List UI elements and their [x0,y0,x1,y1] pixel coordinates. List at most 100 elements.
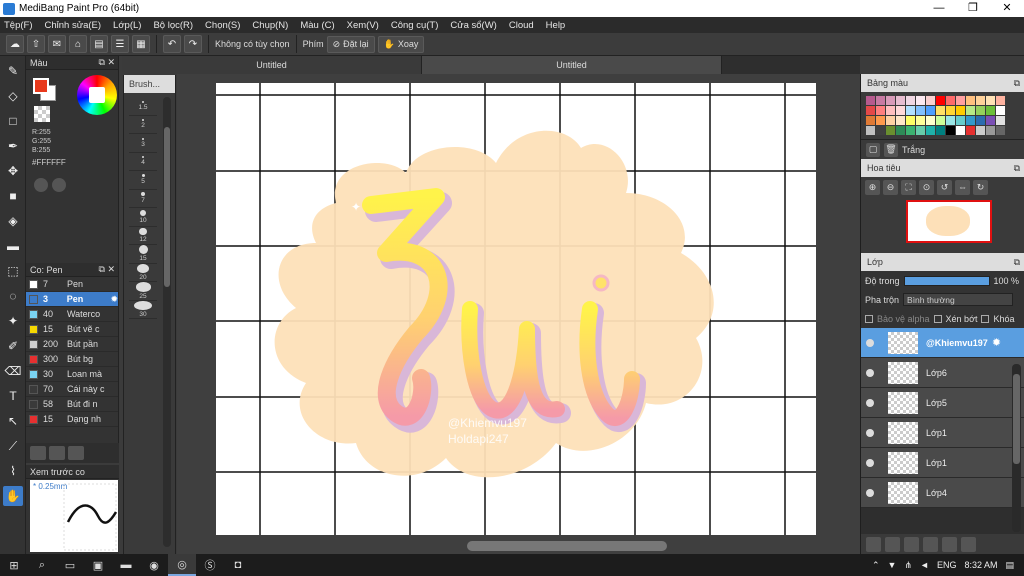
palette-swatch[interactable] [996,96,1005,105]
add-brush-icon[interactable] [30,446,46,460]
volume-icon[interactable]: ◄ [920,560,929,570]
duplicate-layer-icon[interactable] [961,536,976,552]
store-icon[interactable]: ▣ [84,554,112,576]
upload-icon[interactable]: ⇧ [27,35,45,53]
menu-filter[interactable]: Bộ lọc(R) [153,20,193,31]
text-tool-icon[interactable]: T [3,386,23,406]
palette-swatch[interactable] [976,116,985,125]
new-brush-icon[interactable] [49,446,65,460]
palette-swatch[interactable] [946,106,955,115]
layer-row[interactable]: Lớp5 [861,388,1024,418]
palette-swatch[interactable] [986,116,995,125]
brush-list-item[interactable]: 200 Bút pần [26,337,118,352]
panel-close-icon[interactable]: ⧉ [1014,257,1020,268]
brush-size-item[interactable]: 4 [129,153,157,171]
palette-swatch[interactable] [926,126,935,135]
flip-icon[interactable]: ⇔ [955,179,970,195]
palette-swatch[interactable] [936,126,945,135]
palette-swatch[interactable] [906,96,915,105]
palette-swatch[interactable] [966,96,975,105]
palette-swatch[interactable] [886,96,895,105]
palette-swatch[interactable] [876,126,885,135]
brush-list-item[interactable]: 58 Bút đi n [26,397,118,412]
palette-swatch[interactable] [936,106,945,115]
brush-list-item[interactable]: 15 Dạng nh [26,412,118,427]
palette-swatch[interactable] [946,96,955,105]
document-icon[interactable]: ▤ [90,35,108,53]
brush-list-item[interactable]: 7 Pen [26,277,118,292]
brush-list-item[interactable]: 70 Cái này c [26,382,118,397]
brush-list-item[interactable]: 3 Pen ✹ [26,292,118,307]
skype-icon[interactable]: Ⓢ [196,554,224,576]
visibility-icon[interactable] [866,338,874,347]
network-icon[interactable]: ⋔ [904,560,912,571]
scrollbar-thumb[interactable] [164,127,170,287]
undo-icon[interactable]: ↶ [163,35,181,53]
palette-swatch[interactable] [906,106,915,115]
blend-mode-select[interactable]: Bình thường [903,293,1014,306]
rectangle-tool-icon[interactable]: □ [3,111,23,131]
eraser-tool-icon[interactable]: ◇ [3,86,23,106]
palette-swatch[interactable] [876,106,885,115]
magic-wand-icon[interactable]: ✦ [3,311,23,331]
palette-swatch[interactable] [916,126,925,135]
menu-edit[interactable]: Chỉnh sửa(E) [45,20,102,31]
palette-swatch[interactable] [996,116,1005,125]
trash-icon[interactable]: 🗑 [884,142,898,157]
fit-icon[interactable]: ⛶ [901,179,916,195]
palette-swatch[interactable] [866,126,875,135]
color-mix-icon[interactable] [52,178,66,192]
brush-size-item[interactable]: 25 [129,282,157,301]
brush-settings-icon[interactable]: ✹ [110,294,118,305]
select-pen-icon[interactable]: ✐ [3,336,23,356]
palette-swatch[interactable] [976,106,985,115]
palette-swatch[interactable] [896,96,905,105]
add-layer-menu-icon[interactable] [923,536,938,552]
clip-checkbox[interactable] [933,314,942,323]
rotate-button[interactable]: ✋ Xoay [377,35,425,53]
brush-size-item[interactable]: 15 [129,245,157,264]
brush-size-item[interactable]: 20 [129,263,157,282]
move-tool-icon[interactable]: ✥ [3,161,23,181]
brush-size-item[interactable]: 1.5 [129,97,157,116]
layer-scrollbar[interactable] [1012,364,1021,532]
opacity-slider[interactable] [903,275,990,286]
brush-size-item[interactable]: 10 [129,208,157,227]
color-square[interactable] [89,87,105,103]
chrome-icon[interactable]: ◉ [140,554,168,576]
eyedropper-icon[interactable]: ⌇ [3,461,23,481]
bucket-tool-icon[interactable]: ◈ [3,211,23,231]
list-icon[interactable]: ☰ [111,35,129,53]
brush-list-item[interactable]: 300 Bút bg [26,352,118,367]
menu-window[interactable]: Cửa sổ(W) [450,20,496,31]
fill-rect-tool-icon[interactable]: ■ [3,186,23,206]
brush-settings-icon[interactable] [68,446,84,460]
palette-swatch[interactable] [886,126,895,135]
panel-close-icon[interactable]: ⧉ [1014,163,1020,174]
maximize-button[interactable]: ❐ [956,0,990,17]
lasso-tool-icon[interactable]: ◌ [3,286,23,306]
rotate-right-icon[interactable]: ↻ [973,179,988,195]
palette-swatch[interactable] [926,116,935,125]
navigator-thumbnail[interactable] [906,200,992,243]
menu-cloud[interactable]: Cloud [509,20,534,31]
palette-swatch[interactable] [996,106,1005,115]
transparent-swatch[interactable] [34,106,50,122]
brush-size-item[interactable]: 30 [129,300,157,319]
menu-help[interactable]: Help [546,20,566,31]
palette-swatch[interactable] [966,106,975,115]
drawing-canvas[interactable]: @Khiemvu197 Holdapi247 ✦ ✧ [216,83,816,535]
palette-swatch[interactable] [966,126,975,135]
menu-select[interactable]: Chọn(S) [205,20,240,31]
palette-swatch[interactable] [936,96,945,105]
palette-swatch[interactable] [956,126,965,135]
dot-tool-icon[interactable]: ✒ [3,136,23,156]
palette-swatch[interactable] [946,126,955,135]
select-tool-icon[interactable]: ⬚ [3,261,23,281]
palette-swatch[interactable] [876,116,885,125]
palette-swatch[interactable] [936,116,945,125]
zoom-out-icon[interactable]: ⊖ [883,179,898,195]
layer-row[interactable]: Lớp4 [861,478,1024,508]
palette-swatch[interactable] [896,106,905,115]
palette-swatch[interactable] [916,96,925,105]
